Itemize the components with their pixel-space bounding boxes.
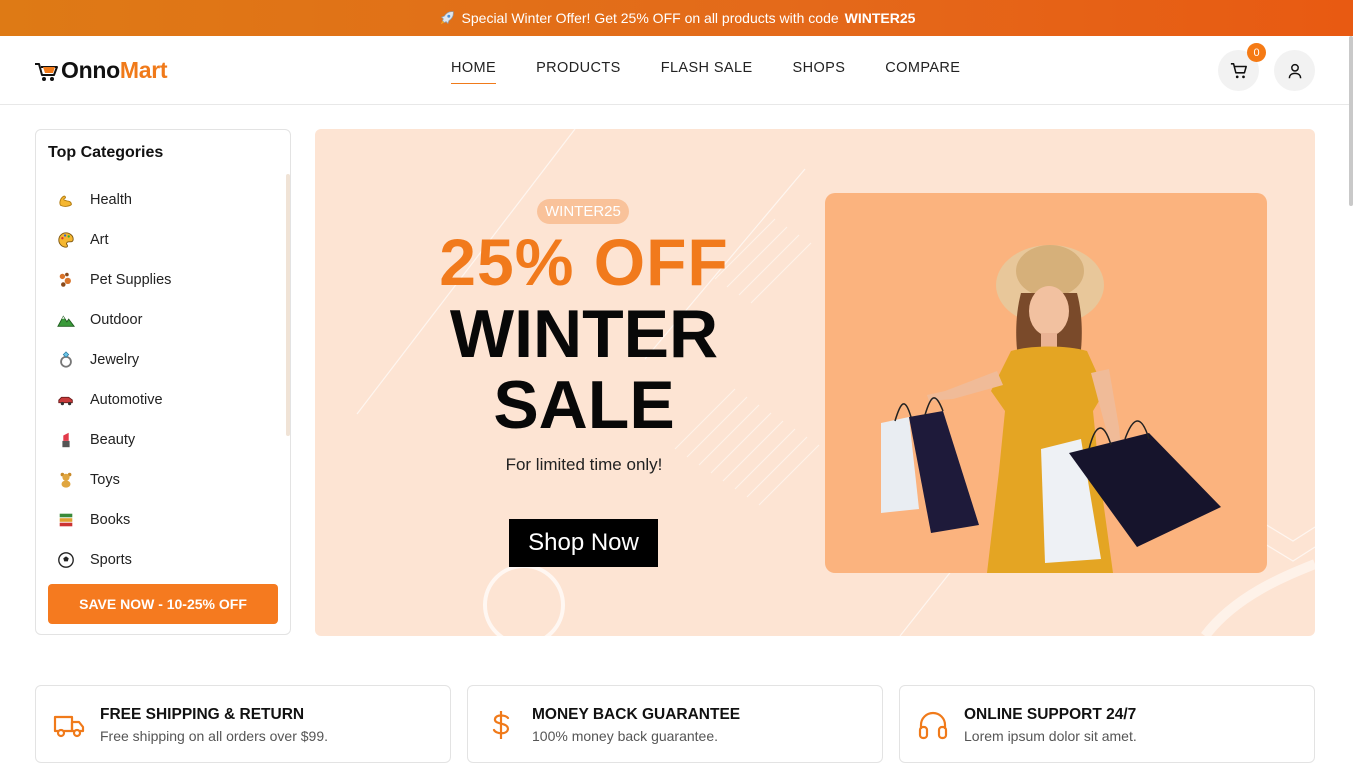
sidebar-scrollbar[interactable] — [286, 174, 290, 436]
hero-discount: 25% OFF — [439, 225, 729, 299]
category-label: Pet Supplies — [90, 272, 172, 288]
truck-icon — [53, 715, 85, 738]
feature-title: MONEY BACK GUARANTEE — [532, 706, 741, 723]
lipstick-icon — [56, 430, 76, 450]
main-nav: HOME PRODUCTS FLASH SALE SHOPS COMPARE — [451, 60, 1000, 84]
cart-icon — [1230, 62, 1247, 78]
paw-icon — [56, 270, 76, 290]
promo-code-badge: WINTER25 — [537, 199, 629, 224]
save-now-button[interactable]: SAVE NOW - 10-25% OFF — [48, 584, 278, 624]
hero-title-line1: WINTER — [449, 296, 719, 372]
feature-free-shipping: FREE SHIPPING & RETURN Free shipping on … — [35, 685, 451, 763]
nav-home[interactable]: HOME — [451, 60, 497, 84]
headphones-icon — [918, 711, 948, 740]
feature-money-back: MONEY BACK GUARANTEE 100% money back gua… — [467, 685, 883, 763]
category-automotive[interactable]: Automotive — [48, 380, 284, 420]
site-header: OnnoMart HOME PRODUCTS FLASH SALE SHOPS … — [0, 36, 1353, 105]
hero-title-line2: SALE — [493, 367, 675, 443]
category-toys[interactable]: Toys — [48, 460, 284, 500]
category-outdoor[interactable]: Outdoor — [48, 300, 284, 340]
nav-compare[interactable]: COMPARE — [885, 60, 960, 84]
shop-now-button[interactable]: Shop Now — [509, 519, 658, 567]
shopping-woman-illustration — [881, 245, 1221, 573]
hero-banner: WINTER25 25% OFF WINTER SALE For limited… — [315, 129, 1315, 636]
books-icon — [56, 510, 76, 530]
nav-shops[interactable]: SHOPS — [793, 60, 846, 84]
category-art[interactable]: Art — [48, 220, 284, 260]
hero-subtitle: For limited time only! — [505, 455, 663, 474]
category-health[interactable]: Health — [48, 180, 284, 220]
user-icon — [1288, 63, 1301, 78]
category-sports[interactable]: Sports — [48, 540, 284, 580]
feature-description: Lorem ipsum dolor sit amet. — [964, 728, 1137, 744]
nav-products[interactable]: PRODUCTS — [536, 60, 621, 84]
dollar-icon — [492, 711, 510, 739]
logo-text-accent: Mart — [119, 57, 168, 83]
account-button[interactable] — [1274, 50, 1315, 91]
category-label: Sports — [90, 552, 132, 568]
soccer-ball-icon — [56, 550, 76, 570]
muscle-icon — [56, 190, 76, 210]
logo[interactable]: OnnoMart — [34, 57, 168, 84]
category-books[interactable]: Books — [48, 500, 284, 540]
feature-description: 100% money back guarantee. — [532, 728, 719, 744]
category-label: Health — [90, 192, 132, 208]
promo-bar: Special Winter Offer! Get 25% OFF on all… — [0, 0, 1353, 36]
logo-text-primary: Onno — [61, 57, 120, 83]
category-jewelry[interactable]: Jewelry — [48, 340, 284, 380]
cart-count-badge: 0 — [1247, 43, 1266, 62]
feature-title: FREE SHIPPING & RETURN — [100, 706, 305, 723]
teddy-bear-icon — [56, 470, 76, 490]
feature-title: ONLINE SUPPORT 24/7 — [964, 706, 1137, 723]
sidebar-title: Top Categories — [48, 144, 164, 161]
category-label: Books — [90, 512, 131, 528]
palette-icon — [56, 230, 76, 250]
category-beauty[interactable]: Beauty — [48, 420, 284, 460]
ring-icon — [56, 350, 76, 370]
category-label: Toys — [90, 472, 120, 488]
promo-code: WINTER25 — [844, 10, 916, 26]
cart-logo-icon — [35, 62, 58, 81]
category-list: Health Art Pet Supplies Outdoor Jewelry — [48, 180, 284, 580]
category-label: Jewelry — [90, 352, 140, 368]
hero-image — [825, 193, 1267, 573]
car-icon — [56, 390, 76, 410]
category-label: Automotive — [90, 392, 163, 408]
category-label: Beauty — [90, 432, 136, 448]
promo-text: Special Winter Offer! Get 25% OFF on all… — [461, 10, 839, 26]
category-label: Outdoor — [90, 312, 143, 328]
category-pet-supplies[interactable]: Pet Supplies — [48, 260, 284, 300]
categories-sidebar: Top Categories Health Art Pet Supplies O… — [35, 129, 291, 635]
category-label: Art — [90, 232, 109, 248]
nav-flash-sale[interactable]: FLASH SALE — [661, 60, 753, 84]
mountain-icon — [56, 310, 76, 330]
feature-online-support: ONLINE SUPPORT 24/7 Lorem ipsum dolor si… — [899, 685, 1315, 763]
rocket-icon — [440, 11, 454, 25]
page-scrollbar[interactable] — [1349, 36, 1353, 206]
feature-description: Free shipping on all orders over $99. — [100, 728, 329, 744]
